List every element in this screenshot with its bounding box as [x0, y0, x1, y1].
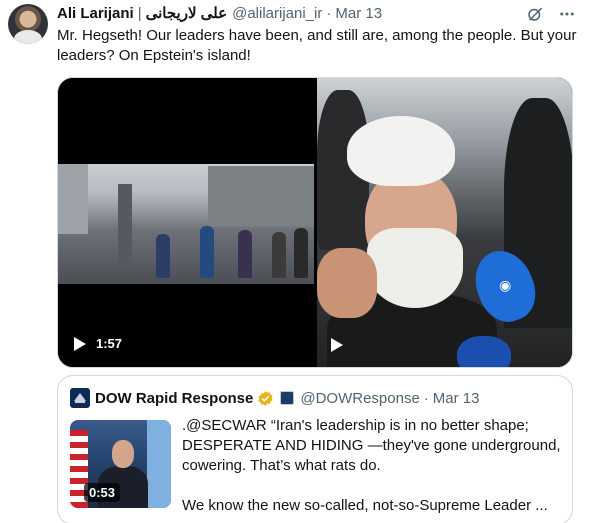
play-icon[interactable] [74, 336, 86, 351]
grok-icon[interactable] [524, 4, 546, 24]
header-dot: · [326, 4, 332, 22]
quoted-text: .@SECWAR “Iran's leadership is in no bet… [182, 416, 562, 516]
quoted-header: DOW Rapid Response @DOWResponse · Mar 13 [70, 388, 479, 408]
play-icon[interactable] [331, 338, 343, 352]
quoted-author-name[interactable]: DOW Rapid Response [95, 390, 253, 407]
tweet-actions-top [524, 4, 578, 24]
name-separator: | [137, 4, 142, 22]
quoted-line: DESPERATE AND HIDING —they've gone under… [182, 437, 561, 454]
video-left-duration: 1:57 [96, 336, 123, 351]
quoted-tweet[interactable]: DOW Rapid Response @DOWResponse · Mar 13… [57, 375, 573, 523]
quoted-line: cowering. That’s what rats do. [182, 457, 381, 474]
quoted-date[interactable]: Mar 13 [433, 390, 480, 407]
more-icon[interactable] [556, 4, 578, 24]
quoted-line: .@SECWAR “Iran's leadership is in no bet… [182, 417, 529, 434]
affiliation-icon [280, 391, 295, 405]
quoted-video-thumbnail[interactable]: 0:53 [70, 420, 171, 508]
author-name-persian[interactable]: علی لاریجانی [146, 4, 228, 22]
video-right[interactable]: ◉ [317, 78, 572, 367]
video-left-controls: 1:57 [74, 336, 122, 351]
author-name[interactable]: Ali Larijani [57, 5, 134, 22]
author-avatar[interactable] [8, 4, 48, 44]
quoted-avatar[interactable] [70, 388, 90, 408]
video-right-controls [331, 338, 343, 352]
tweet-header: Ali Larijani | علی لاریجانی @alilarijani… [57, 3, 382, 23]
video-left[interactable]: 1:57 [58, 78, 314, 367]
tweet-date[interactable]: Mar 13 [335, 5, 382, 22]
tweet-text: Mr. Hegseth! Our leaders have been, and … [57, 27, 577, 64]
video-left-frame [58, 164, 314, 284]
quoted-line: We know the new so-called, not-so-Suprem… [182, 497, 548, 514]
tweet[interactable]: Ali Larijani | علی لاریجانی @alilarijani… [0, 0, 592, 523]
quoted-handle[interactable]: @DOWResponse [300, 390, 419, 407]
media-grid: 1:57 ◉ [57, 77, 573, 368]
author-handle[interactable]: @alilarijani_ir [232, 5, 322, 22]
verified-gold-icon [257, 390, 274, 407]
quoted-dot: · [423, 389, 429, 407]
quoted-video-duration: 0:53 [84, 483, 121, 502]
